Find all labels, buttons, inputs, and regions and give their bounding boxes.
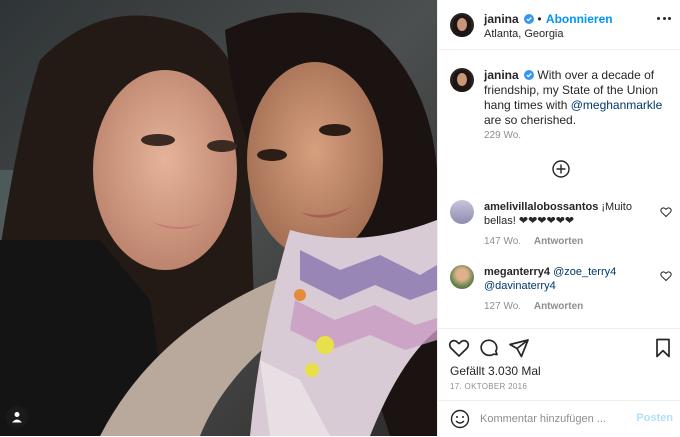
caption-avatar[interactable]	[450, 68, 474, 92]
post-comment-button[interactable]: Posten	[636, 412, 673, 424]
heart-icon[interactable]	[448, 337, 470, 359]
plus-circle-icon[interactable]	[552, 160, 570, 178]
post-date[interactable]: 17. Oktober 2016	[450, 382, 527, 391]
photo-illustration	[0, 0, 437, 436]
caption-mention[interactable]: @meghanmarkle	[571, 98, 663, 112]
instagram-post: janina • Abonnieren Atlanta, Georgia jan…	[0, 0, 680, 436]
more-options-icon[interactable]	[657, 17, 671, 21]
header-separator: •	[537, 12, 542, 26]
comment-input[interactable]	[480, 409, 630, 429]
comment-item: amelivillalobossantos ¡Muito bellas! ❤❤❤…	[450, 200, 674, 250]
reply-button[interactable]: Antworten	[534, 236, 583, 247]
caption-username[interactable]: janina	[484, 68, 519, 82]
comment-item: meganterry4 @zoe_terry4 @davinaterry4 12…	[450, 265, 674, 315]
header-username[interactable]: janina	[484, 12, 519, 26]
heart-icon[interactable]	[660, 206, 672, 218]
comment-text: amelivillalobossantos ¡Muito bellas! ❤❤❤…	[484, 200, 644, 228]
comment-time: 147 Wo.	[484, 236, 522, 247]
comment-mention[interactable]: @davinaterry4	[484, 280, 556, 292]
comment-username[interactable]: amelivillalobossantos	[484, 201, 598, 213]
post-sidebar: janina • Abonnieren Atlanta, Georgia jan…	[437, 0, 680, 436]
comment-meta: 147 Wo. Antworten	[484, 236, 593, 247]
heart-icon[interactable]	[660, 270, 672, 282]
smiley-icon[interactable]	[450, 409, 470, 429]
comment-mention[interactable]: @zoe_terry4	[553, 266, 616, 278]
comment-text: meganterry4 @zoe_terry4 @davinaterry4	[484, 265, 644, 293]
like-count[interactable]: Gefällt 3.030 Mal	[450, 364, 541, 378]
caption-text: janina With over a decade of friendship,…	[484, 68, 674, 128]
header-user-line: janina • Abonnieren	[484, 12, 613, 26]
follow-button[interactable]: Abonnieren	[546, 12, 613, 26]
person-icon	[12, 412, 22, 423]
caption-body-end: are so cherished.	[484, 113, 577, 127]
comment-meta: 127 Wo. Antworten	[484, 301, 593, 312]
caption-time: 229 Wo.	[484, 130, 522, 141]
comment-username[interactable]: meganterry4	[484, 266, 550, 278]
tagged-users-button[interactable]	[6, 406, 28, 428]
location-link[interactable]: Atlanta, Georgia	[484, 28, 564, 40]
verified-badge-icon	[524, 14, 535, 24]
bookmark-icon[interactable]	[652, 337, 674, 359]
post-actions: Gefällt 3.030 Mal 17. Oktober 2016 Poste…	[438, 328, 680, 436]
avatar[interactable]	[450, 13, 474, 37]
comment-bubble-icon[interactable]	[478, 337, 500, 359]
comment-avatar[interactable]	[450, 200, 474, 224]
paper-plane-icon[interactable]	[508, 337, 530, 359]
comment-avatar[interactable]	[450, 265, 474, 289]
post-photo[interactable]	[0, 0, 437, 436]
reply-button[interactable]: Antworten	[534, 301, 583, 312]
comment-time: 127 Wo.	[484, 301, 522, 312]
add-comment-bar: Posten	[438, 400, 680, 437]
verified-badge-icon	[524, 70, 535, 80]
post-header: janina • Abonnieren Atlanta, Georgia	[438, 0, 680, 50]
